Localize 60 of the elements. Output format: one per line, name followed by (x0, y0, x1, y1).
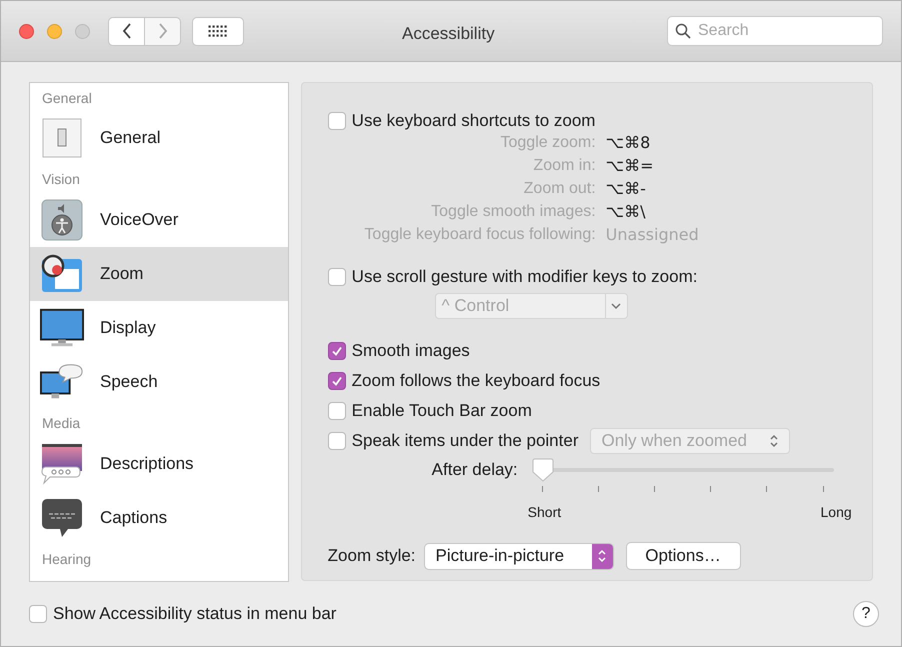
checkbox[interactable] (29, 605, 47, 623)
back-button[interactable] (108, 16, 145, 46)
captions-icon (40, 497, 84, 539)
zoom-style-popup[interactable]: Picture-in-picture (424, 542, 614, 570)
section-header: Vision (42, 170, 80, 188)
shortcut-keys: ⌥⌘- (606, 177, 846, 200)
grid-icon (208, 25, 228, 37)
checkmark-icon (330, 345, 343, 357)
show-all-button[interactable] (192, 16, 244, 46)
checkbox-label: Enable Touch Bar zoom (352, 400, 532, 422)
checkbox[interactable] (328, 402, 346, 420)
close-button[interactable] (19, 24, 34, 38)
help-button[interactable]: ? (853, 601, 879, 627)
section-header: Media (42, 414, 80, 432)
delay-slider[interactable] (532, 458, 834, 482)
checkbox[interactable] (328, 342, 346, 360)
checkbox-label: Zoom follows the keyboard focus (352, 370, 600, 392)
zoom-button[interactable] (75, 24, 90, 38)
shortcut-keys: ⌥⌘= (606, 154, 846, 177)
checkbox-label: Smooth images (352, 340, 470, 362)
chevron-down-icon (611, 302, 622, 310)
window-title: Accessibility (402, 23, 495, 45)
slider-min-label: Short (528, 503, 562, 522)
descriptions-icon (40, 443, 84, 485)
checkbox-label: Use scroll gesture with modifier keys to zoom: (352, 266, 698, 288)
checkbox-label: Use keyboard shortcuts to zoom (352, 110, 596, 132)
section-header: General (42, 88, 92, 108)
shortcut-keys: ⌥⌘\ (606, 200, 846, 223)
slider-thumb[interactable] (532, 458, 554, 482)
shortcut-label: Zoom in: (532, 156, 596, 176)
checkmark-icon (330, 375, 343, 387)
options-button[interactable]: Options… (626, 542, 741, 570)
minimize-button[interactable] (47, 24, 62, 38)
search-field[interactable]: Search (667, 16, 883, 46)
checkbox[interactable] (328, 432, 346, 450)
slider-label: After delay: (430, 459, 519, 481)
chevron-right-icon (158, 23, 168, 39)
search-icon (675, 23, 691, 39)
checkbox-label: Show Accessibility status in menu bar (53, 603, 336, 626)
accessibility-icon (41, 199, 83, 241)
shortcut-label: Zoom out: (522, 179, 596, 199)
zoom-style-label: Zoom style: (328, 545, 416, 568)
updown-icon (769, 434, 780, 448)
checkbox[interactable] (328, 268, 346, 286)
sidebar-item[interactable]: Zoom (30, 247, 288, 301)
checkbox[interactable] (328, 112, 346, 130)
section-header: Hearing (42, 550, 92, 569)
shortcut-label: Toggle keyboard focus following: (363, 225, 596, 245)
checkbox[interactable] (328, 372, 346, 390)
monitor-icon (40, 308, 84, 348)
shortcut-label: Toggle zoom: (500, 133, 596, 153)
checkbox-label: Speak items under the pointer (352, 430, 578, 452)
chevron-left-icon (122, 23, 132, 39)
switch-icon (42, 118, 82, 158)
shortcut-keys: ⌥⌘8 (606, 131, 846, 154)
shortcut-label: Toggle smooth images: (430, 202, 596, 222)
updown-icon (597, 549, 608, 563)
shortcut-keys: Unassigned (606, 223, 846, 246)
magnifier-icon (40, 254, 84, 294)
slider-max-label: Long (820, 503, 852, 522)
